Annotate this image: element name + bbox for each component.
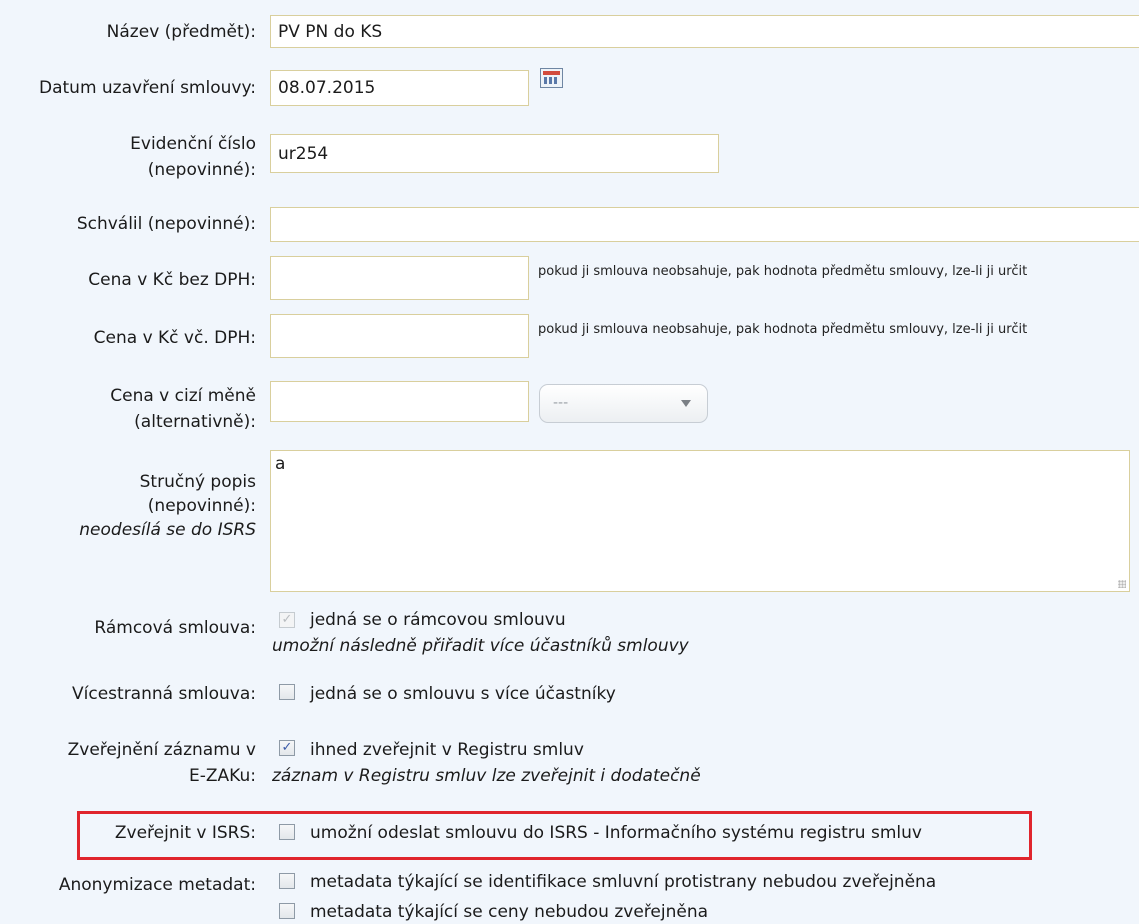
vicestranna-label: Vícestranná smlouva: [72, 684, 256, 704]
ramcova-text: jedná se o rámcovou smlouvu [310, 610, 566, 630]
datum-label: Datum uzavření smlouvy: [39, 78, 256, 98]
cena-bez-hint: pokud ji smlouva neobsahuje, pak hodnota… [538, 264, 1028, 279]
cena-bez-label: Cena v Kč bez DPH: [88, 270, 256, 290]
schvalil-label: Schválil (nepovinné): [76, 214, 256, 234]
zverejneni-checkbox[interactable]: ✓ [279, 740, 295, 756]
zverejneni-label-2: E-ZAKu: [189, 766, 256, 786]
cena-cizi-label-1: Cena v cizí měně [110, 386, 256, 406]
currency-select[interactable]: --- [539, 384, 708, 423]
anonymizace-text-2: metadata týkající se ceny nebudou zveřej… [310, 902, 709, 922]
calendar-icon[interactable] [540, 68, 563, 88]
cena-cizi-label-2: (alternativně): [134, 412, 256, 432]
resize-handle-icon[interactable] [1118, 580, 1126, 588]
datum-input[interactable] [270, 70, 529, 106]
vicestranna-text: jedná se o smlouvu s více účastníky [310, 684, 616, 704]
currency-select-value: --- [553, 395, 569, 411]
vicestranna-checkbox[interactable] [279, 684, 295, 700]
cena-vc-label: Cena v Kč vč. DPH: [93, 328, 256, 348]
nazev-input[interactable] [270, 15, 1139, 48]
evidencni-label-1: Evidenční číslo [130, 134, 256, 154]
nazev-label: Název (předmět): [106, 22, 256, 42]
isrs-checkbox[interactable] [279, 824, 295, 840]
isrs-label: Zveřejnit v ISRS: [114, 823, 256, 843]
chevron-down-icon [681, 400, 691, 407]
ramcova-subtext: umožní následně přiřadit více účastníků … [272, 636, 689, 656]
popis-label-1: Stručný popis [139, 472, 256, 492]
popis-label-2: (nepovinné): [147, 496, 256, 516]
cena-cizi-input[interactable] [270, 381, 529, 422]
popis-textarea[interactable]: a [270, 450, 1130, 592]
zverejneni-label-1: Zveřejnění záznamu v [67, 740, 256, 760]
anonymizace-label: Anonymizace metadat: [58, 875, 256, 895]
anonymizace-checkbox-2[interactable] [279, 903, 295, 919]
anonymizace-text-1: metadata týkající se identifikace smluvn… [310, 872, 937, 892]
popis-note: neodesílá se do ISRS [79, 520, 256, 540]
ramcova-label: Rámcová smlouva: [94, 618, 256, 638]
cena-bez-input[interactable] [270, 256, 529, 300]
cena-vc-hint: pokud ji smlouva neobsahuje, pak hodnota… [538, 322, 1028, 337]
isrs-text: umožní odeslat smlouvu do ISRS - Informa… [310, 823, 922, 843]
evidencni-label-2: (nepovinné): [147, 160, 256, 180]
zverejneni-subtext: záznam v Registru smluv lze zveřejnit i … [272, 766, 701, 786]
evidencni-input[interactable] [270, 134, 719, 173]
cena-vc-input[interactable] [270, 314, 529, 358]
schvalil-input[interactable] [270, 207, 1139, 242]
ramcova-checkbox[interactable]: ✓ [279, 612, 295, 628]
zverejneni-text: ihned zveřejnit v Registru smluv [310, 740, 584, 760]
anonymizace-checkbox-1[interactable] [279, 873, 295, 889]
